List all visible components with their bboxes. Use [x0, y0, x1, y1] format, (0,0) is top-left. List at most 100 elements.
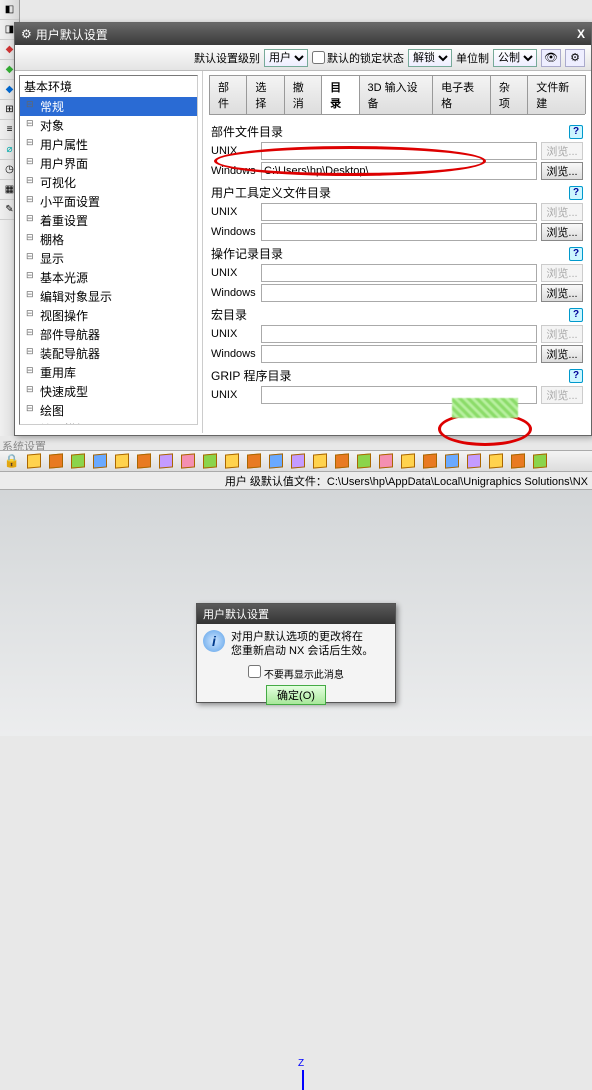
- tool-icon[interactable]: [530, 452, 550, 470]
- tool-icon[interactable]: [464, 452, 484, 470]
- tab-newfile[interactable]: 文件新建: [527, 75, 586, 114]
- tabs: 部件 选择 撤消 目录 3D 输入设备 电子表格 杂项 文件新建: [209, 75, 585, 115]
- tree-item[interactable]: 绘图: [20, 401, 197, 420]
- path-input[interactable]: [261, 223, 537, 241]
- tree-item[interactable]: 快速成型: [20, 382, 197, 401]
- browse-button[interactable]: 浏览...: [541, 345, 583, 363]
- tool-icon[interactable]: [442, 452, 462, 470]
- ok-button[interactable]: 确定(O): [266, 685, 326, 705]
- tool-icon[interactable]: [376, 452, 396, 470]
- path-input[interactable]: [261, 203, 537, 221]
- path-row: UNIX浏览...: [211, 386, 583, 404]
- tool-icon[interactable]: [112, 452, 132, 470]
- path-row: Windows浏览...: [211, 345, 583, 363]
- tool-icon[interactable]: [68, 452, 88, 470]
- tab-undo[interactable]: 撤消: [284, 75, 322, 114]
- tree-item[interactable]: 对象: [20, 116, 197, 135]
- help-icon[interactable]: ?: [569, 186, 583, 200]
- path-input[interactable]: [261, 162, 537, 180]
- tool-icon[interactable]: [46, 452, 66, 470]
- settings-icon[interactable]: ⚙: [565, 49, 585, 67]
- tool-icon[interactable]: [156, 452, 176, 470]
- help-icon[interactable]: ?: [569, 369, 583, 383]
- tree[interactable]: 基本环境 常规 对象 用户属性 用户界面 可视化 小平面设置 着重设置 棚格 显…: [19, 75, 198, 425]
- tool-icon[interactable]: [244, 452, 264, 470]
- tab-parts[interactable]: 部件: [209, 75, 247, 114]
- tool-icon[interactable]: 🔒: [2, 452, 22, 470]
- info-icon: i: [203, 630, 225, 652]
- eye-icon[interactable]: 👁: [541, 49, 561, 67]
- unit-select[interactable]: 公制: [493, 49, 537, 67]
- path-row: UNIX浏览...: [211, 142, 583, 160]
- tree-item[interactable]: 用户界面: [20, 154, 197, 173]
- tree-item[interactable]: 视图操作: [20, 306, 197, 325]
- tool-icon[interactable]: [200, 452, 220, 470]
- tool-icon[interactable]: [420, 452, 440, 470]
- dialog-titlebar: ⚙ 用户默认设置 X: [15, 23, 591, 45]
- browse-button: 浏览...: [541, 386, 583, 404]
- tool-icon[interactable]: [178, 452, 198, 470]
- tool-icon[interactable]: [24, 452, 44, 470]
- path-input[interactable]: [261, 284, 537, 302]
- close-icon[interactable]: X: [577, 27, 585, 41]
- tree-item[interactable]: 绘图横幅: [20, 420, 197, 425]
- dont-show-checkbox[interactable]: 不要再显示此消息: [197, 665, 395, 681]
- tree-item[interactable]: 部件导航器: [20, 325, 197, 344]
- tool-icon[interactable]: [288, 452, 308, 470]
- tool-icon[interactable]: ◧: [0, 0, 19, 20]
- level-select[interactable]: 用户: [264, 49, 308, 67]
- tree-item[interactable]: 装配导航器: [20, 344, 197, 363]
- tree-item[interactable]: 基本光源: [20, 268, 197, 287]
- gear-icon: ⚙: [21, 27, 32, 41]
- tool-icon[interactable]: [508, 452, 528, 470]
- path-input[interactable]: [261, 345, 537, 363]
- dialog-toolbar: 默认设置级别 用户 默认的锁定状态 解锁 单位制 公制 👁 ⚙: [15, 45, 591, 71]
- path-input[interactable]: [261, 264, 537, 282]
- tool-icon[interactable]: [266, 452, 286, 470]
- tree-item[interactable]: 常规: [20, 97, 197, 116]
- color-toolbar: 🔒: [0, 450, 592, 472]
- tree-item[interactable]: 可视化: [20, 173, 197, 192]
- section-title: 宏目录?: [211, 306, 583, 323]
- tab-3dinput[interactable]: 3D 输入设备: [359, 75, 434, 114]
- tool-icon[interactable]: [398, 452, 418, 470]
- tree-root[interactable]: 基本环境: [20, 76, 197, 97]
- help-icon[interactable]: ?: [569, 308, 583, 322]
- tree-item[interactable]: 编辑对象显示: [20, 287, 197, 306]
- tool-icon[interactable]: [332, 452, 352, 470]
- tab-spreadsheet[interactable]: 电子表格: [432, 75, 491, 114]
- lock-state: 默认的锁定状态: [312, 50, 404, 66]
- tree-item[interactable]: 着重设置: [20, 211, 197, 230]
- tree-item[interactable]: 用户属性: [20, 135, 197, 154]
- browse-button: 浏览...: [541, 325, 583, 343]
- tree-item[interactable]: 棚格: [20, 230, 197, 249]
- tree-item[interactable]: 小平面设置: [20, 192, 197, 211]
- browse-button: 浏览...: [541, 203, 583, 221]
- help-icon[interactable]: ?: [569, 125, 583, 139]
- row-label: UNIX: [211, 328, 257, 340]
- browse-button[interactable]: 浏览...: [541, 162, 583, 180]
- lock-checkbox[interactable]: [312, 51, 325, 64]
- browse-button[interactable]: 浏览...: [541, 284, 583, 302]
- tree-panel: 基本环境 常规 对象 用户属性 用户界面 可视化 小平面设置 着重设置 棚格 显…: [15, 71, 203, 433]
- help-icon[interactable]: ?: [569, 247, 583, 261]
- tool-icon[interactable]: [354, 452, 374, 470]
- tree-item[interactable]: 显示: [20, 249, 197, 268]
- tool-icon[interactable]: [486, 452, 506, 470]
- tool-icon[interactable]: [134, 452, 154, 470]
- tab-misc[interactable]: 杂项: [490, 75, 528, 114]
- tool-icon[interactable]: [90, 452, 110, 470]
- path-input[interactable]: [261, 142, 537, 160]
- path-row: Windows浏览...: [211, 223, 583, 241]
- path-input[interactable]: [261, 325, 537, 343]
- tool-icon[interactable]: [310, 452, 330, 470]
- msgbox-text: 对用户默认选项的更改将在 您重新启动 NX 会话后生效。: [231, 630, 373, 659]
- row-label: UNIX: [211, 206, 257, 218]
- browse-button[interactable]: 浏览...: [541, 223, 583, 241]
- section-title: 操作记录目录?: [211, 245, 583, 262]
- tab-select[interactable]: 选择: [246, 75, 284, 114]
- lock-select[interactable]: 解锁: [408, 49, 452, 67]
- tree-item[interactable]: 重用库: [20, 363, 197, 382]
- tool-icon[interactable]: [222, 452, 242, 470]
- tab-directory[interactable]: 目录: [321, 75, 359, 114]
